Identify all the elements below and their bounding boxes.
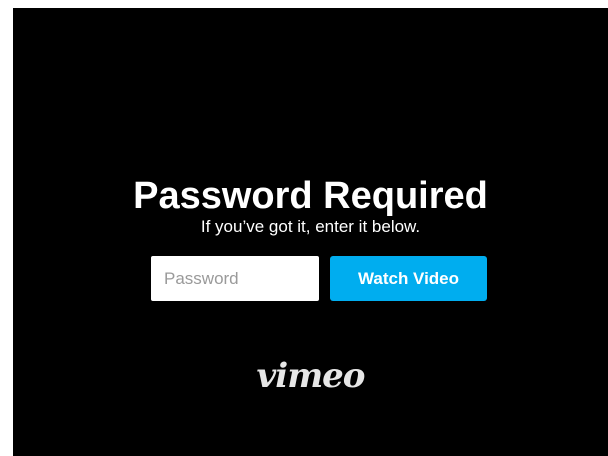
password-gate: Password Required If you’ve got it, ente… [13,8,608,456]
page-subtitle: If you’ve got it, enter it below. [200,217,421,236]
vimeo-logo: vimeo [256,356,366,396]
page-title: Password Required [133,175,488,217]
watch-video-button[interactable]: Watch Video [330,256,487,301]
password-input[interactable] [151,256,319,301]
